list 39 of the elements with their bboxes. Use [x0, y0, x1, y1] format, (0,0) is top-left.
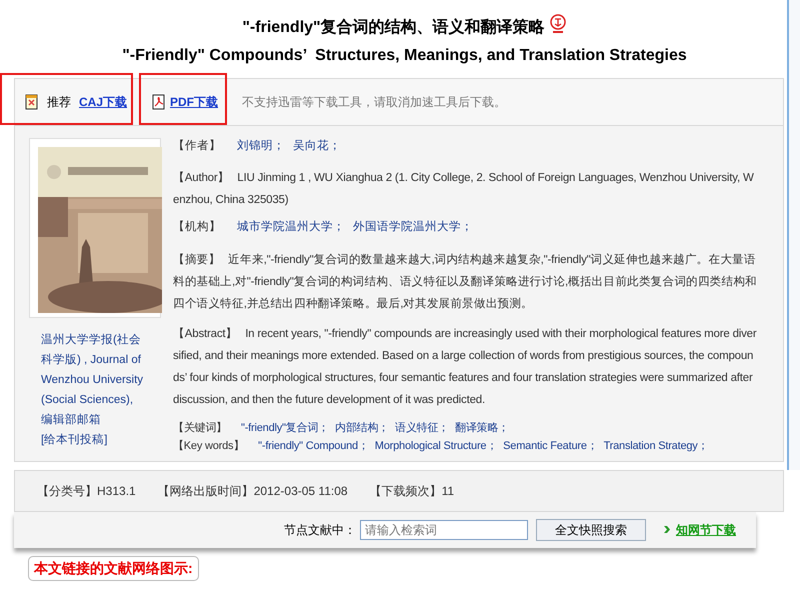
info-item: 【下载频次】11 [370, 482, 454, 500]
recommend-label: 推荐 [47, 94, 71, 111]
field-label: 【Key words】 [173, 438, 244, 454]
field-label: 【机构】 [173, 220, 221, 236]
field-link[interactable]: 外国语学院温州大学； [353, 219, 473, 236]
field-text: 【Abstract】 In recent years, "-friendly" compounds are increasingly used with their morphological features more diversified, and their meanings more extended. Based on a large collection of words from prestigious sources, the compounds’ four kinds of morphological structures, four semantic features and four translation strategies were summarized after discussion, and then the future development of it was predicted. [173, 326, 758, 408]
field-link[interactable]: 刘锦明； [237, 138, 285, 156]
field-link[interactable]: 吴向花； [293, 138, 341, 156]
field-link[interactable]: 内部结构； [334, 418, 389, 436]
field-link[interactable]: 语义特征； [394, 418, 449, 436]
mailbox-link[interactable]: 编辑部邮箱 [41, 410, 149, 430]
field-link[interactable]: Semantic Feature； [503, 436, 598, 454]
citation-network-button[interactable]: 本文链接的文献网络图示: [28, 556, 199, 580]
pdf-icon [152, 94, 166, 110]
title-chinese: "-friendly"复合词的结构、语义和翻译策略 [242, 17, 545, 38]
field-text: 【摘要】 近年来,"-friendly"复合词的数量越来越大,词内结构越来越复杂,"-friendly"词义延伸也越来越广。在大量语料的基础上,对"-friendly"复合词的构词结构、语义特征以及翻译策略进行讨论,概括出目前此类复合词的四类结构和四个语义特征,并总结出四种翻译策略。最后,对其发展前景做出预测。 [173, 252, 758, 312]
field-label: 【作者】 [173, 138, 221, 154]
arrow-icon [664, 525, 672, 534]
field-link[interactable]: 翻译策略； [454, 418, 509, 436]
download-notice: 不支持迅雷等下载工具，请取消加速工具后下载。 [242, 94, 506, 111]
info-item: 【分类号】H313.1 [37, 482, 136, 500]
search-label: 节点文献中： [284, 522, 356, 538]
stamp-icon [548, 14, 567, 34]
caj-download-link[interactable]: CAJ下载 [79, 93, 128, 111]
field-link[interactable]: "-friendly" Compound； [258, 436, 369, 454]
journal-link[interactable]: 温州大学学报(社会科学版) , Journal of Wenzhou University (Social Sciences), [41, 330, 149, 410]
pdf-download-link[interactable]: PDF下载 [170, 93, 218, 111]
title-english: "-Friendly" Compounds’ Structures, Meanings, and Translation Strategies [122, 46, 687, 66]
search-field[interactable]: 请输入检索词 [360, 520, 528, 540]
info-item: 【网络出版时间】2012-03-05 11:08 [158, 482, 348, 500]
submit-link[interactable]: [给本刊投稿] [41, 430, 149, 450]
field-link[interactable]: "-friendly"复合词； [241, 418, 329, 436]
field-link[interactable]: Morphological Structure； [374, 436, 498, 454]
field-label: 【关键词】 [173, 420, 228, 436]
document-icon [25, 94, 39, 110]
snapshot-search-button[interactable]: 全文快照搜索 [536, 518, 646, 540]
field-text: 【Author】 LIU Jinming 1 , WU Xianghua 2 (1. City College, 2. School of Foreign Languages, Wenzhou University, Wenzhou, China 325035) [173, 170, 755, 208]
field-link[interactable]: Translation Strategy； [604, 436, 708, 454]
field-link[interactable]: 城市学院温州大学； [237, 219, 345, 236]
